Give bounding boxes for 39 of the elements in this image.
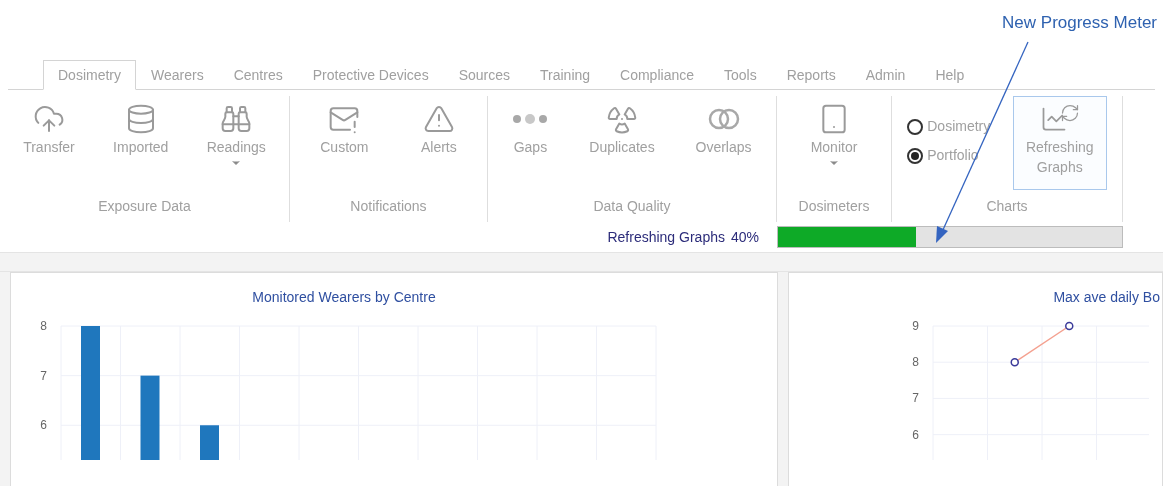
axis-label: 7	[912, 391, 919, 406]
ribbon-button[interactable]: Imported	[108, 96, 174, 190]
radio-option[interactable]: Dosimetry	[907, 116, 991, 137]
axis-label: 8	[912, 355, 919, 370]
ribbon-button[interactable]: Duplicates	[584, 96, 660, 190]
ribbon-tab[interactable]: Reports	[771, 60, 851, 90]
group-label: Charts	[986, 197, 1028, 216]
axis-label: 8	[40, 320, 47, 333]
ribbon-button[interactable]: Gaps	[507, 96, 554, 190]
ribbon-tab[interactable]: Compliance	[605, 60, 709, 90]
ribbon-button[interactable]: Refreshing Graphs	[1012, 96, 1107, 190]
group-label: Notifications	[350, 197, 427, 216]
ribbon-tab[interactable]: Dosimetry	[43, 60, 136, 90]
axis-label: 7	[40, 368, 47, 383]
ribbon-tab[interactable]: Wearers	[136, 60, 219, 90]
axis-label: 6	[912, 427, 919, 442]
ribbon-button[interactable]: Overlaps	[690, 96, 757, 190]
ribbon-tab[interactable]: Training	[525, 60, 606, 90]
ribbon-button[interactable]: Readings	[201, 96, 271, 190]
chart-title: Monitored Wearers by Centre	[252, 288, 436, 307]
axis-label: 6	[40, 418, 47, 433]
annotation-text: New Progress Meter	[1002, 12, 1157, 34]
ribbon-tab[interactable]: Centres	[218, 60, 298, 90]
ribbon-button[interactable]: Alerts	[415, 96, 462, 190]
ribbon-tab[interactable]: Sources	[443, 60, 525, 90]
ribbon-tab[interactable]: Help	[920, 60, 980, 90]
group-label: Data Quality	[593, 197, 671, 216]
group-label: Dosimeters	[798, 197, 870, 216]
ribbon-button[interactable]: Monitor	[805, 96, 863, 190]
ribbon-tab[interactable]: Protective Devices	[297, 60, 444, 90]
axis-label: 9	[912, 320, 919, 333]
progress-reading: 40%	[730, 227, 759, 247]
progress-label: Refreshing Graphs	[607, 227, 725, 247]
ribbon-button[interactable]: Transfer	[18, 96, 80, 190]
group-label: Exposure Data	[98, 197, 191, 216]
ribbon-button[interactable]: Custom	[315, 96, 374, 190]
chart-title: Max ave daily Bo	[1053, 288, 1160, 307]
ribbon-tab[interactable]: Admin	[850, 60, 921, 90]
ribbon-tab[interactable]: Tools	[709, 60, 772, 90]
